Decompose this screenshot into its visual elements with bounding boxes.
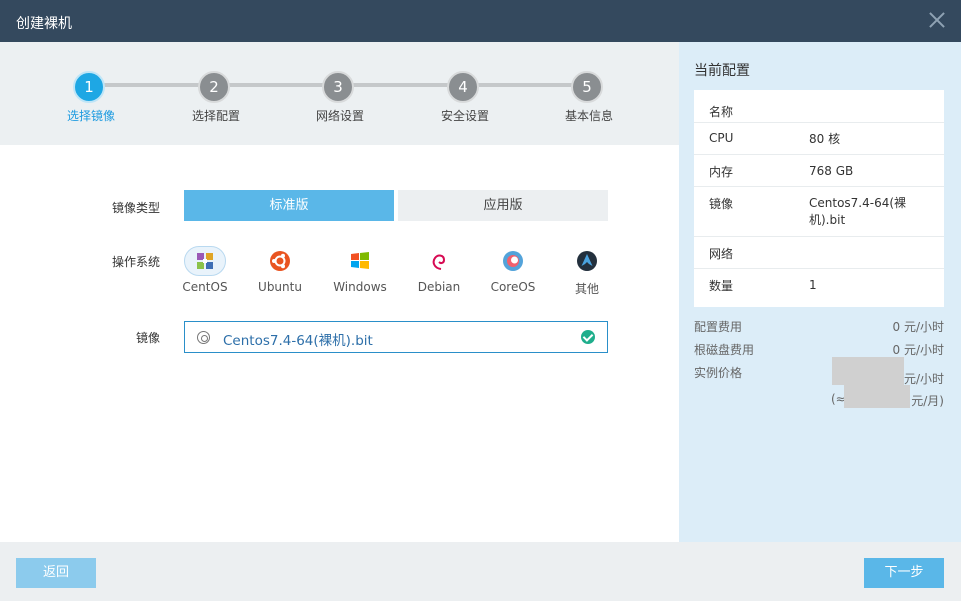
image-type-label: 镜像类型 <box>111 201 160 215</box>
step-number: 5 <box>571 71 603 103</box>
os-name: Ubuntu <box>258 280 302 294</box>
os-option-other[interactable]: 其他 <box>557 246 617 297</box>
os-name: CoreOS <box>490 280 536 294</box>
step-label: 选择镜像 <box>66 109 115 123</box>
image-type-app[interactable]: 应用版 <box>398 190 608 221</box>
instance-price-label: 实例价格 <box>694 366 743 380</box>
image-select[interactable]: Centos7.4-64(裸机).bit <box>184 321 608 353</box>
centos-icon <box>184 246 226 276</box>
image-label: 镜像 <box>135 331 160 345</box>
summary-key: 镜像 <box>709 197 734 211</box>
disk-fee: 根磁盘费用 0 元/小时 <box>694 341 944 358</box>
image-value: Centos7.4-64(裸机).bit <box>223 333 373 349</box>
dialog-titlebar: 创建裸机 <box>0 0 961 42</box>
summary-key: 名称 <box>709 105 734 119</box>
summary-row-memory: 内存 768 GB <box>694 155 944 187</box>
step-label: 选择配置 <box>191 109 240 123</box>
step-3[interactable]: 3 网络设置 <box>290 71 390 124</box>
dialog-footer: 返回 下一步 <box>0 542 961 601</box>
summary-panel: 当前配置 名称 CPU 80 核 内存 768 GB 镜像 Centos7.4-… <box>679 42 961 542</box>
summary-key: CPU <box>709 131 734 145</box>
step-label: 安全设置 <box>440 109 489 123</box>
step-4[interactable]: 4 安全设置 <box>415 71 515 124</box>
os-name: Windows <box>333 280 387 294</box>
disk-fee-label: 根磁盘费用 <box>694 343 755 357</box>
summary-row-cpu: CPU 80 核 <box>694 123 944 155</box>
os-label: 操作系统 <box>111 255 160 269</box>
summary-key: 内存 <box>709 165 734 179</box>
instance-price-monthly-suffix: 元/月) <box>911 394 944 408</box>
next-button[interactable]: 下一步 <box>864 558 944 588</box>
check-circle-icon <box>581 330 595 344</box>
os-option-debian[interactable]: Debian <box>409 246 469 294</box>
image-type-standard[interactable]: 标准版 <box>184 190 394 221</box>
step-2[interactable]: 2 选择配置 <box>166 71 266 124</box>
summary-value: Centos7.4-64(裸机).bit <box>809 196 907 227</box>
summary-title: 当前配置 <box>694 63 750 79</box>
os-option-centos[interactable]: CentOS <box>175 246 235 294</box>
redacted-price-hour <box>832 357 904 385</box>
os-name: Debian <box>417 280 461 294</box>
back-button[interactable]: 返回 <box>16 558 96 588</box>
os-option-ubuntu[interactable]: Ubuntu <box>250 246 310 294</box>
step-1[interactable]: 1 选择镜像 <box>41 71 141 124</box>
summary-row-image: 镜像 Centos7.4-64(裸机).bit <box>694 187 944 237</box>
summary-row-name: 名称 <box>694 90 944 123</box>
summary-key: 网络 <box>709 247 734 261</box>
summary-value: 1 <box>809 278 817 292</box>
dialog-title: 创建裸机 <box>16 16 72 32</box>
disk-fee-value: 0 元/小时 <box>892 343 945 357</box>
step-number: 1 <box>73 71 105 103</box>
coreos-icon <box>492 246 534 276</box>
os-name: CentOS <box>182 280 228 294</box>
arch-icon <box>566 246 608 276</box>
close-icon[interactable] <box>927 10 947 30</box>
os-option-coreos[interactable]: CoreOS <box>483 246 543 294</box>
ubuntu-icon <box>259 246 301 276</box>
os-option-windows[interactable]: Windows <box>330 246 390 294</box>
summary-card: 名称 CPU 80 核 内存 768 GB 镜像 Centos7.4-64(裸机… <box>694 90 944 307</box>
windows-icon <box>339 246 381 276</box>
summary-row-count: 数量 1 <box>694 269 944 301</box>
disc-icon <box>197 331 210 344</box>
summary-value: 768 GB <box>809 164 854 178</box>
config-fee-label: 配置费用 <box>694 320 743 334</box>
step-label: 网络设置 <box>315 109 364 123</box>
summary-key: 数量 <box>709 279 734 293</box>
config-fee-value: 0 元/小时 <box>892 320 945 334</box>
config-fee: 配置费用 0 元/小时 <box>694 318 944 335</box>
step-number: 4 <box>447 71 479 103</box>
step-number: 2 <box>198 71 230 103</box>
main-panel: 1 选择镜像 2 选择配置 3 网络设置 4 安全设置 5 基本信息 镜像类型 … <box>0 42 679 542</box>
debian-icon <box>418 246 460 276</box>
step-number: 3 <box>322 71 354 103</box>
step-label: 基本信息 <box>564 109 613 123</box>
os-name: 其他 <box>574 282 599 296</box>
redacted-price-month <box>844 385 910 408</box>
step-5[interactable]: 5 基本信息 <box>539 71 639 124</box>
summary-value: 80 核 <box>809 132 841 146</box>
summary-row-network: 网络 <box>694 237 944 269</box>
step-wizard: 1 选择镜像 2 选择配置 3 网络设置 4 安全设置 5 基本信息 <box>0 42 679 145</box>
